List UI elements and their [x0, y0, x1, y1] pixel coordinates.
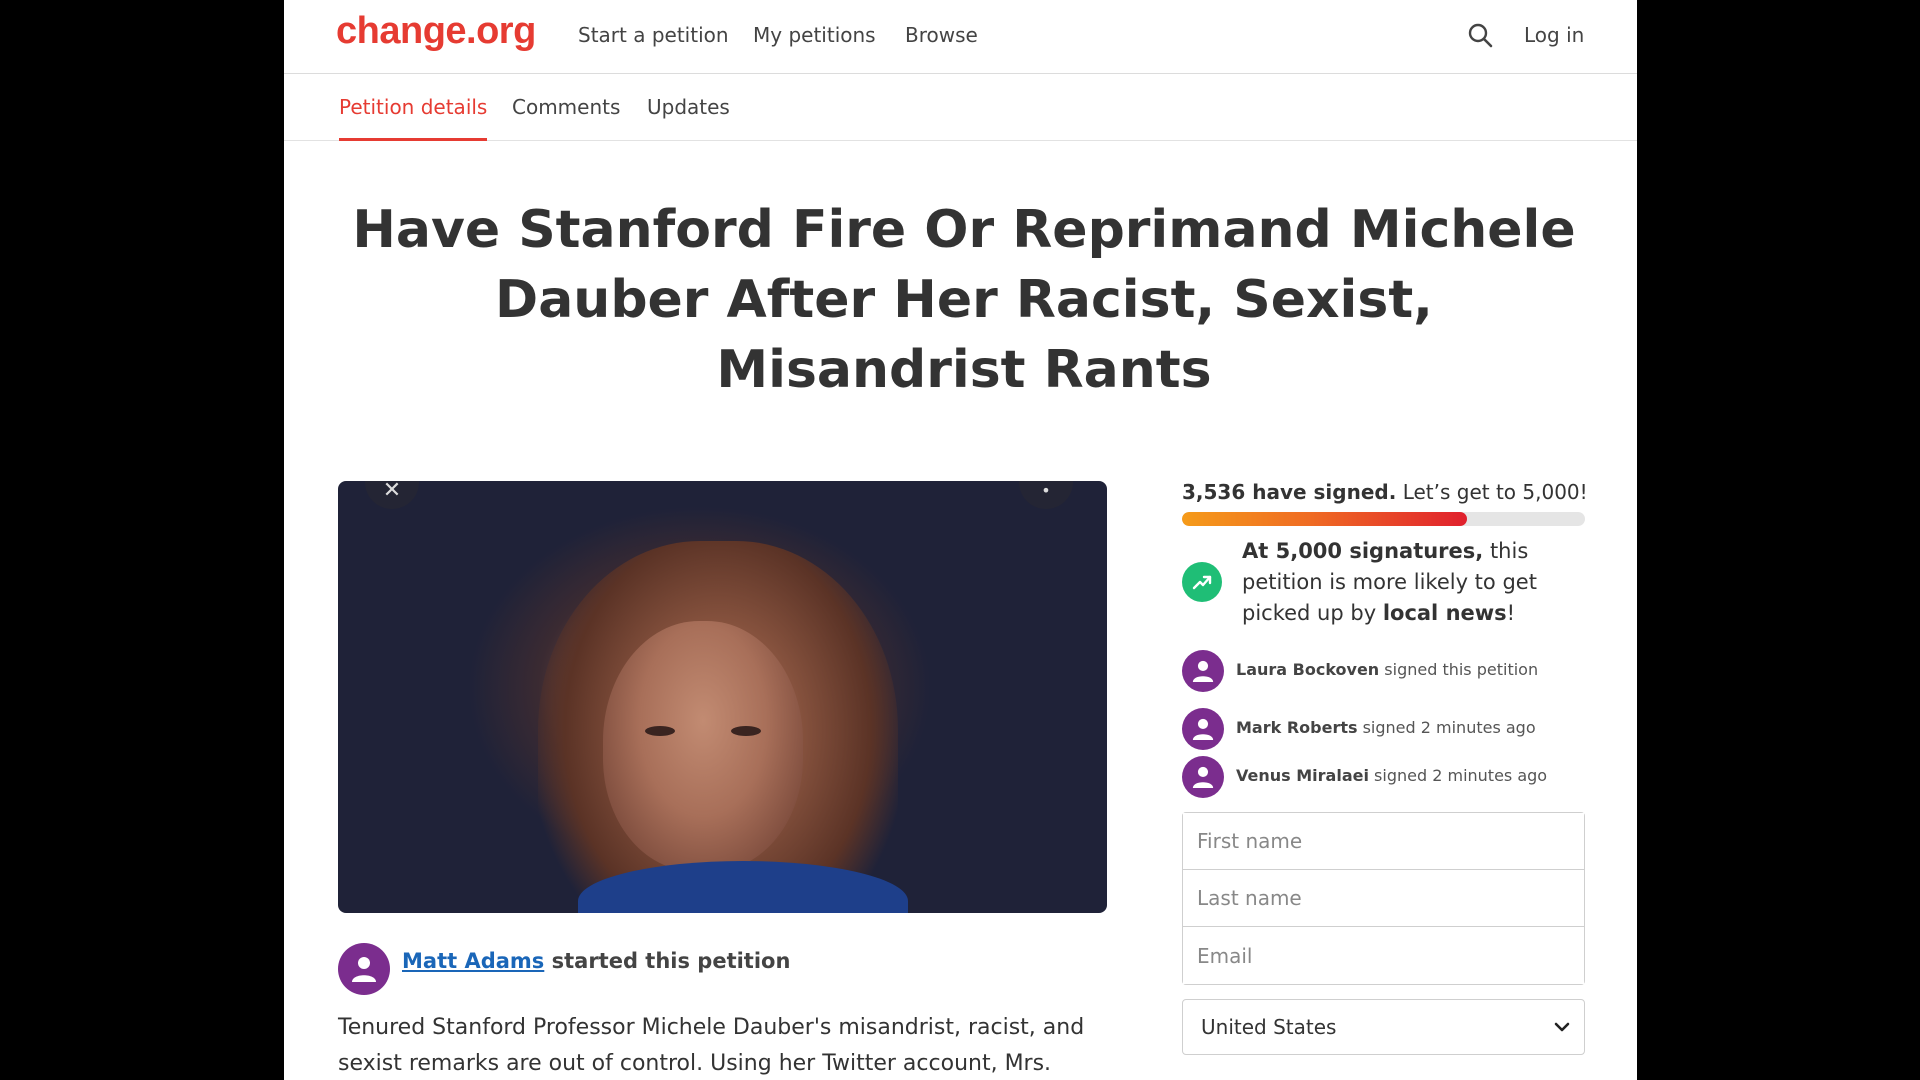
- email-field[interactable]: [1183, 927, 1584, 984]
- avatar: [1182, 708, 1224, 750]
- petition-page: change.org Start a petition My petitions…: [284, 0, 1637, 1080]
- chevron-down-icon: [1554, 1022, 1570, 1032]
- first-name-field[interactable]: [1183, 813, 1584, 870]
- signer-name: Laura Bockoven: [1236, 660, 1380, 679]
- sign-form: [1182, 812, 1585, 985]
- list-item: Mark Roberts signed 2 minutes ago: [1182, 708, 1585, 756]
- signer-name: Venus Miralaei: [1236, 766, 1369, 785]
- photo-portrait-face: [603, 621, 803, 871]
- signed-count-text: 3,536 have signed.: [1182, 480, 1397, 504]
- petition-photo[interactable]: ✕ •: [338, 481, 1107, 913]
- country-value: United States: [1201, 1015, 1337, 1039]
- milestone-bold-suffix: local news: [1382, 601, 1507, 625]
- starter-suffix: started this petition: [551, 949, 791, 973]
- signer-action: signed 2 minutes ago: [1374, 766, 1548, 785]
- sign-sidebar: 3,536 have signed. Let’s get to 5,000! A…: [1182, 480, 1588, 1055]
- signer-action: signed 2 minutes ago: [1362, 718, 1536, 737]
- tab-updates[interactable]: Updates: [647, 95, 730, 141]
- close-icon[interactable]: ✕: [365, 481, 419, 509]
- milestone-text: At 5,000 signatures, this petition is mo…: [1242, 536, 1585, 629]
- photo-eye-left: [645, 726, 675, 736]
- list-item: Venus Miralaei signed 2 minutes ago: [1182, 756, 1585, 806]
- avatar: [1182, 756, 1224, 798]
- country-select[interactable]: United States: [1182, 999, 1585, 1055]
- tab-comments[interactable]: Comments: [512, 95, 620, 141]
- nav-start-petition[interactable]: Start a petition: [578, 23, 729, 47]
- avatar: [1182, 650, 1224, 692]
- petition-tabs: Petition details Comments Updates: [284, 75, 1637, 141]
- milestone-bold-prefix: At 5,000 signatures,: [1242, 539, 1484, 563]
- signature-progress-bar: [1182, 512, 1585, 526]
- petition-starter: Matt Adams started this petition: [338, 943, 790, 995]
- signature-goal-text: Let’s get to 5,000!: [1402, 480, 1588, 504]
- last-name-field[interactable]: [1183, 870, 1584, 927]
- starter-name-link[interactable]: Matt Adams: [402, 949, 544, 973]
- change-org-logo[interactable]: change.org: [336, 10, 536, 53]
- trending-up-icon: [1182, 562, 1222, 602]
- petition-title: Have Stanford Fire Or Reprimand Michele …: [352, 200, 1576, 400]
- signer-text: Laura Bockoven signed this petition: [1236, 660, 1538, 679]
- login-link[interactable]: Log in: [1524, 23, 1584, 47]
- starter-line: Matt Adams started this petition: [402, 949, 790, 973]
- search-icon[interactable]: [1467, 22, 1495, 50]
- signer-action: signed this petition: [1384, 660, 1539, 679]
- photo-eye-right: [731, 726, 761, 736]
- more-icon[interactable]: •: [1019, 481, 1073, 509]
- signer-text: Mark Roberts signed 2 minutes ago: [1236, 718, 1536, 737]
- tab-petition-details[interactable]: Petition details: [339, 95, 488, 141]
- signer-name: Mark Roberts: [1236, 718, 1358, 737]
- signer-text: Venus Miralaei signed 2 minutes ago: [1236, 766, 1547, 785]
- top-navbar: change.org Start a petition My petitions…: [284, 0, 1637, 74]
- nav-browse[interactable]: Browse: [905, 23, 978, 47]
- progress-fill: [1182, 512, 1467, 526]
- recent-signers: Laura Bockoven signed this petition Mark…: [1182, 650, 1585, 806]
- list-item: Laura Bockoven signed this petition: [1182, 650, 1585, 708]
- nav-my-petitions[interactable]: My petitions: [753, 23, 876, 47]
- milestone-notice: At 5,000 signatures, this petition is mo…: [1182, 536, 1585, 636]
- avatar: [338, 943, 390, 995]
- petition-description: Tenured Stanford Professor Michele Daube…: [338, 1015, 1085, 1076]
- signature-count: 3,536 have signed. Let’s get to 5,000!: [1182, 480, 1588, 504]
- milestone-end: !: [1506, 601, 1516, 625]
